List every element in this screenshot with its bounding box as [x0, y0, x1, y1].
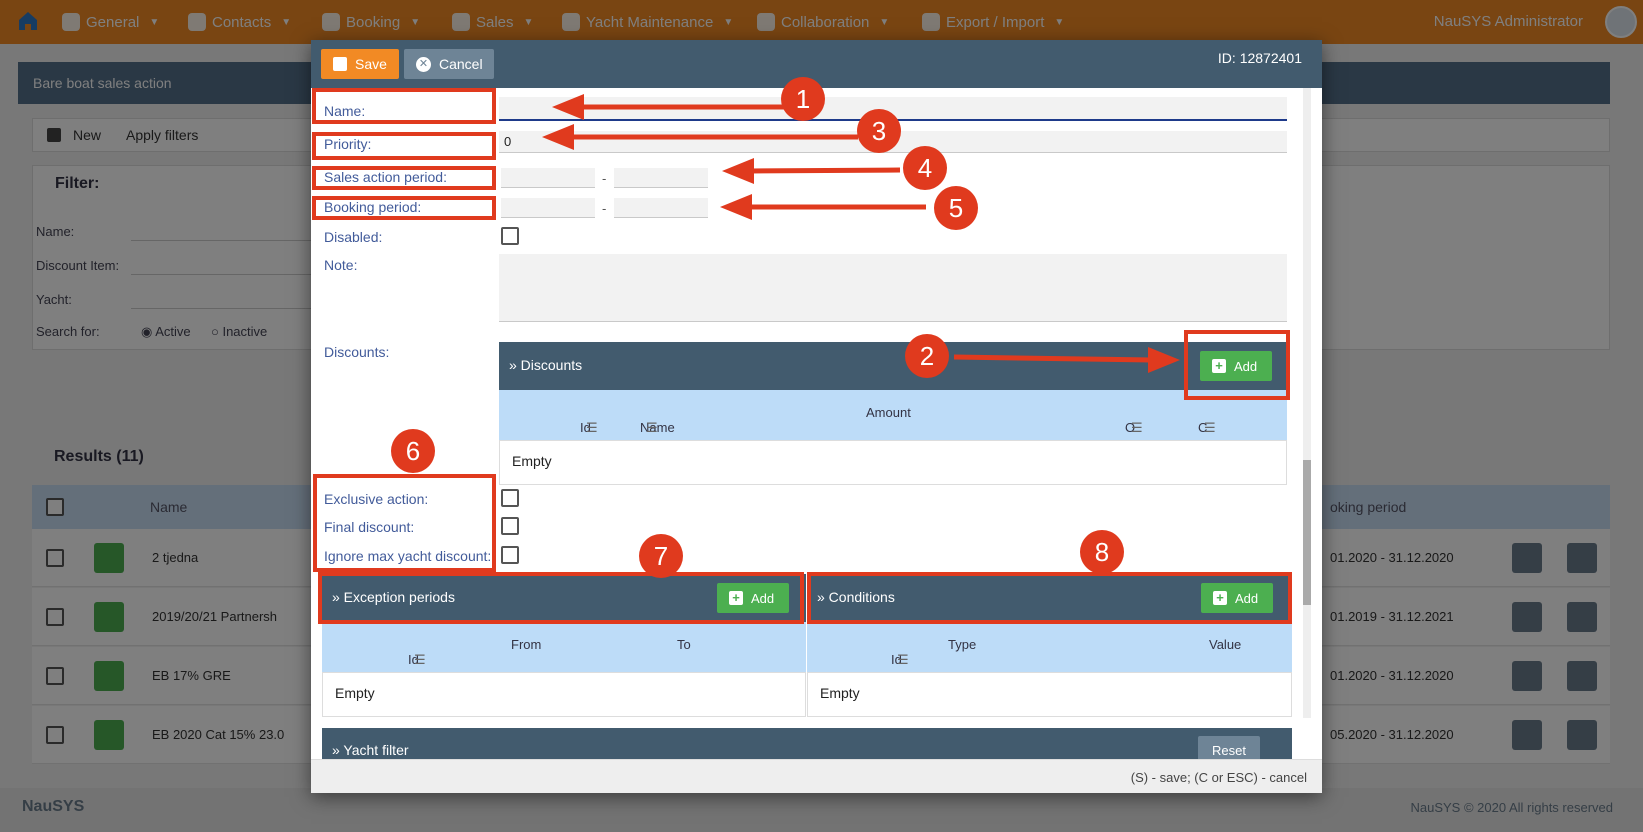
dialog-footer: (S) - save; (C or ESC) - cancel	[311, 759, 1322, 793]
save-icon	[333, 57, 347, 71]
exceptions-table-body: Empty	[322, 672, 806, 717]
discounts-table-header: Id ☰ Name ☰ Amount O ☰ C ☰	[499, 390, 1287, 440]
annotation-marker-1: 1	[781, 77, 825, 121]
sort-icon: ☰	[586, 420, 598, 435]
disabled-checkbox[interactable]	[501, 227, 519, 245]
cancel-button[interactable]: ✕ Cancel	[404, 49, 494, 79]
conditions-table-body: Empty	[807, 672, 1292, 717]
ignore-max-checkbox[interactable]	[501, 546, 519, 564]
annotation-marker-5: 5	[934, 186, 978, 230]
discounts-label: Discounts:	[324, 344, 390, 360]
priority-label: Priority:	[324, 136, 372, 152]
plus-icon: +	[1212, 359, 1226, 373]
final-discount-label: Final discount:	[324, 519, 415, 535]
sort-icon: ☰	[1131, 420, 1143, 435]
record-id: ID: 12872401	[1217, 50, 1302, 66]
col-from[interactable]: From	[511, 637, 541, 652]
add-discount-button[interactable]: + Add	[1200, 351, 1272, 381]
discounts-panel-header: » Discounts + Add	[499, 342, 1287, 390]
annotation-marker-3: 3	[857, 109, 901, 153]
sort-icon: ☰	[414, 652, 426, 667]
sales-period-from[interactable]	[501, 168, 595, 188]
final-discount-checkbox[interactable]	[501, 517, 519, 535]
col-to[interactable]: To	[677, 637, 691, 652]
plus-icon: +	[1213, 591, 1227, 605]
empty-text: Empty	[335, 685, 375, 701]
sort-icon: ☰	[1204, 420, 1216, 435]
add-exception-button[interactable]: + Add	[717, 583, 789, 613]
booking-period-label: Booking period:	[324, 199, 422, 215]
exceptions-panel-header: » Exception periods + Add	[322, 574, 806, 622]
dialog-scrollbar-thumb[interactable]	[1303, 460, 1311, 605]
col-value[interactable]: Value	[1209, 637, 1241, 652]
conditions-table-header: Id ☰ Type Value	[807, 622, 1292, 672]
sort-icon: ☰	[897, 652, 909, 667]
save-button[interactable]: Save	[321, 49, 399, 79]
booking-period-to[interactable]	[614, 198, 708, 218]
conditions-panel-header: » Conditions + Add	[807, 574, 1292, 622]
keyboard-hint: (S) - save; (C or ESC) - cancel	[1130, 770, 1307, 785]
reset-button[interactable]: Reset	[1198, 736, 1260, 759]
annotation-marker-7: 7	[639, 534, 683, 578]
annotation-marker-4: 4	[903, 146, 947, 190]
annotation-marker-8: 8	[1080, 530, 1124, 574]
exclusive-checkbox[interactable]	[501, 489, 519, 507]
annotation-marker-6: 6	[391, 429, 435, 473]
add-condition-button[interactable]: + Add	[1201, 583, 1273, 613]
note-textarea[interactable]	[499, 254, 1287, 322]
disabled-label: Disabled:	[324, 229, 383, 245]
exclusive-label: Exclusive action:	[324, 491, 429, 507]
note-label: Note:	[324, 257, 358, 273]
annotation-marker-2: 2	[905, 334, 949, 378]
booking-period-from[interactable]	[501, 198, 595, 218]
empty-text: Empty	[820, 685, 860, 701]
yacht-filter-panel-header: » Yacht filter Reset	[322, 728, 1292, 759]
ignore-max-label: Ignore max yacht discount:	[324, 548, 492, 564]
sales-period-label: Sales action period:	[324, 169, 447, 185]
sales-action-dialog: Save ✕ Cancel ID: 12872401 Name: Priority…	[311, 40, 1322, 793]
col-amount[interactable]: Amount	[866, 405, 911, 420]
discounts-table-body: Empty	[499, 440, 1287, 485]
col-type[interactable]: Type	[948, 637, 976, 652]
plus-icon: +	[729, 591, 743, 605]
exceptions-table-header: Id ☰ From To	[322, 622, 806, 672]
name-label: Name:	[324, 103, 366, 119]
dialog-scrollbar[interactable]	[1303, 88, 1311, 718]
empty-text: Empty	[512, 453, 552, 469]
sales-period-to[interactable]	[614, 168, 708, 188]
sort-icon: ☰	[646, 420, 658, 435]
close-icon: ✕	[416, 56, 431, 72]
